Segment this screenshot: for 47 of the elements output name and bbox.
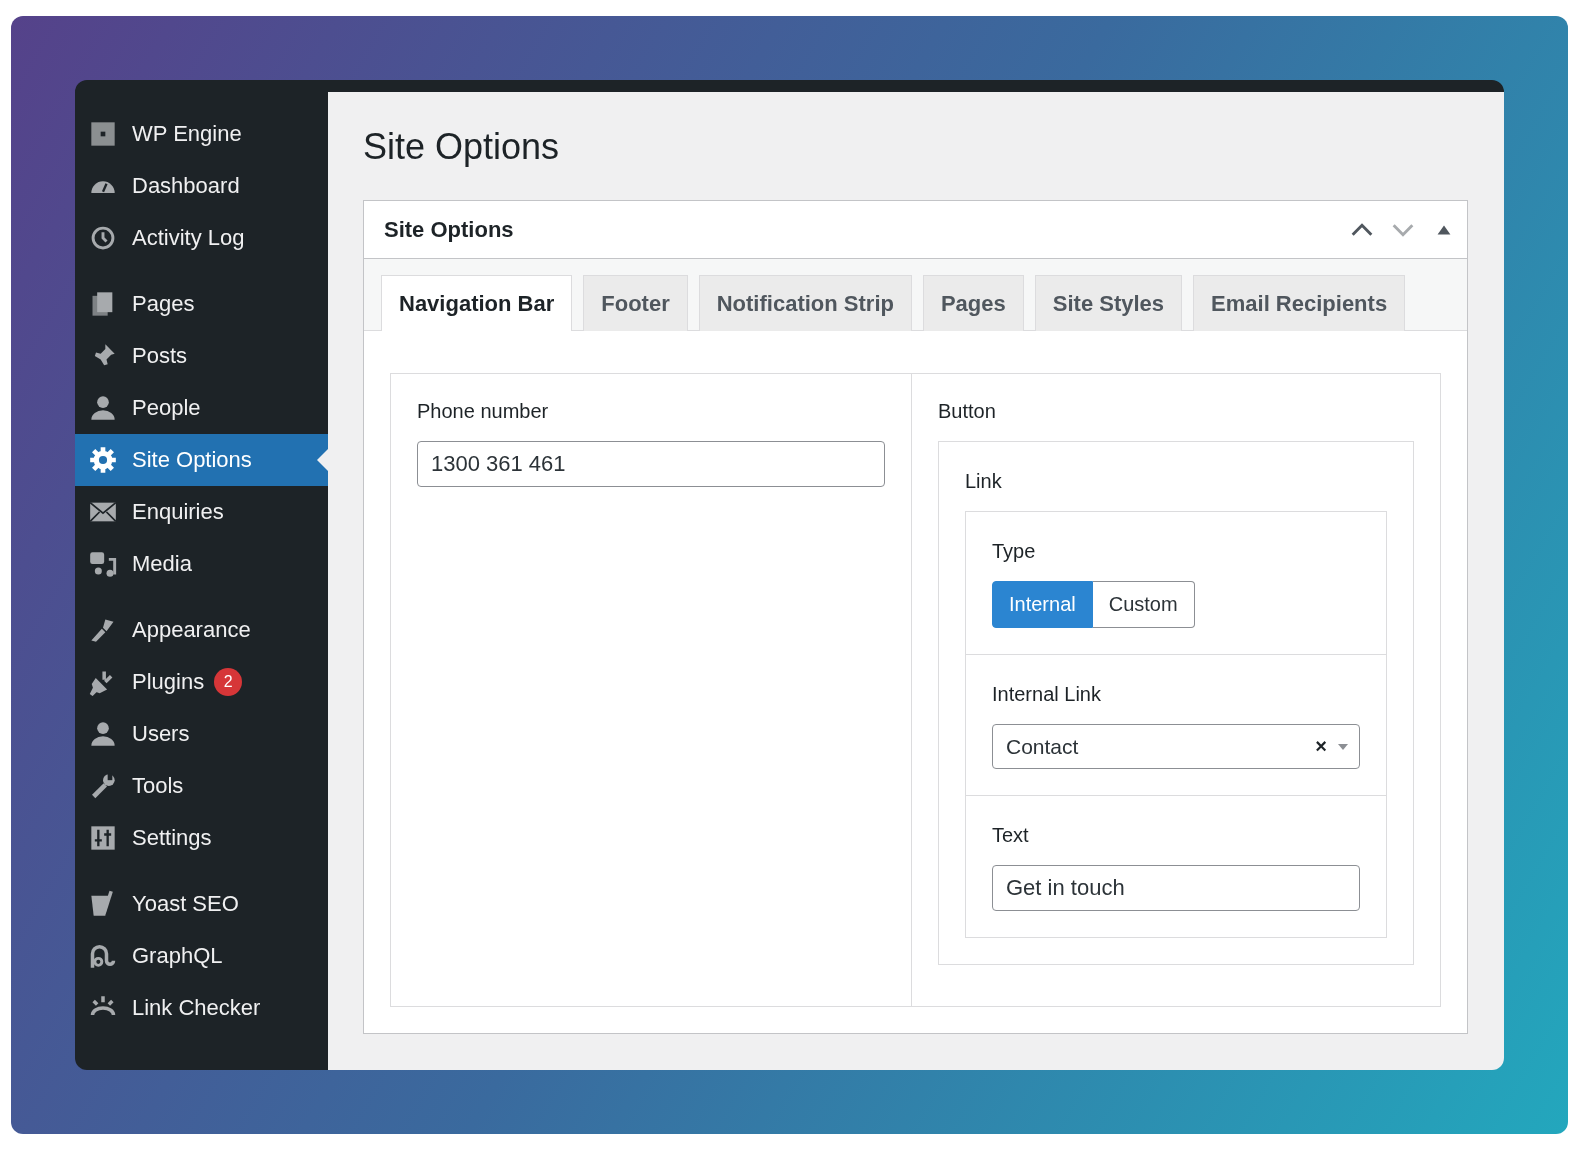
sidebar-item[interactable]: Appearance xyxy=(75,604,328,656)
sidebar-item[interactable]: People xyxy=(75,382,328,434)
field-label: Link xyxy=(965,470,1003,494)
panel-title: Site Options xyxy=(384,216,515,243)
person-icon xyxy=(89,394,117,422)
sidebar-item[interactable]: GraphQL xyxy=(75,930,328,982)
sidebar-item[interactable]: Dashboard xyxy=(75,160,328,212)
history-icon xyxy=(89,224,117,252)
tab[interactable]: Footer xyxy=(583,275,688,332)
clear-icon[interactable]: × xyxy=(1315,735,1327,759)
sidebar-item[interactable]: Media xyxy=(75,538,328,590)
tab[interactable]: Notification Strip xyxy=(698,275,912,332)
person-icon xyxy=(89,720,117,748)
sidebar-item[interactable]: WP Engine xyxy=(75,108,328,160)
field-label: Internal Link xyxy=(992,683,1102,707)
gear-icon xyxy=(89,446,117,474)
type-option[interactable]: Custom xyxy=(1092,581,1195,629)
tab[interactable]: Site Styles xyxy=(1034,275,1183,332)
sidebar-item[interactable]: Link Checker xyxy=(75,982,328,1034)
media-icon xyxy=(89,550,117,578)
update-count-badge: 2 xyxy=(214,668,243,696)
sidebar-item[interactable]: Activity Log xyxy=(75,212,328,264)
sidebar-item[interactable]: Tools xyxy=(75,760,328,812)
caret-icon xyxy=(1337,742,1349,751)
sidebar-item[interactable]: Plugins 2 xyxy=(75,656,328,708)
tab[interactable]: Navigation Bar xyxy=(381,275,573,332)
field-label: Phone number xyxy=(417,400,550,424)
wrench-icon xyxy=(89,772,117,800)
sliders-icon xyxy=(89,824,117,852)
sidebar-item[interactable]: Site Options xyxy=(75,434,328,486)
sidebar-item[interactable]: Yoast SEO xyxy=(75,878,328,930)
field-label: Button xyxy=(938,400,997,424)
page-title: Site Options xyxy=(363,125,561,169)
sidebar-item[interactable]: Posts xyxy=(75,330,328,382)
type-option[interactable]: Internal xyxy=(992,581,1093,629)
internal-link-select[interactable]: Contact × xyxy=(992,724,1360,770)
sidebar-item[interactable]: Enquiries xyxy=(75,486,328,538)
sidebar-item[interactable]: Settings xyxy=(75,812,328,864)
field-label: Type xyxy=(992,540,1037,564)
tab[interactable]: Email Recipients xyxy=(1193,275,1406,332)
button-text-field[interactable]: Get in touch xyxy=(992,865,1360,912)
sidebar-item[interactable]: Users xyxy=(75,708,328,760)
field-label: Text xyxy=(992,824,1030,848)
phone-field[interactable]: 1300 361 461 xyxy=(417,441,885,488)
tab[interactable]: Pages xyxy=(922,275,1024,332)
sidebar-item[interactable]: Pages xyxy=(75,278,328,330)
graph-icon xyxy=(89,942,117,970)
